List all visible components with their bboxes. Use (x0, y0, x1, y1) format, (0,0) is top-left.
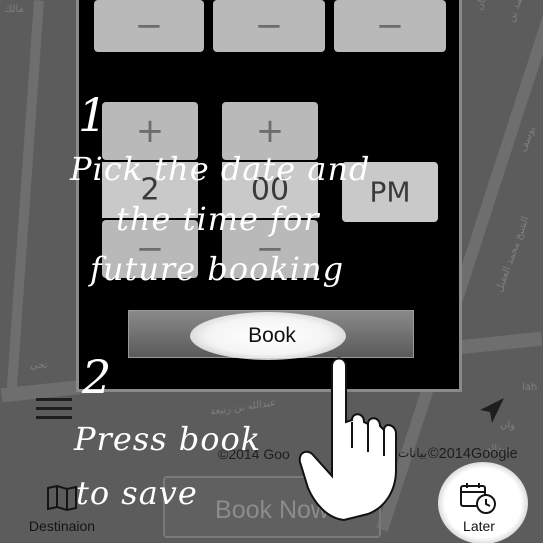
map-street-label: تجي (30, 360, 48, 371)
step-2-line-2: to save (76, 474, 198, 512)
step-2-number: 2 (82, 350, 112, 404)
step-1-line-3: future booking (90, 250, 345, 288)
pointing-hand-icon (298, 357, 397, 522)
step-1-line-1: Pick the date and (70, 150, 371, 188)
map-street-label: أحمد السليمان (474, 0, 505, 12)
destination-label[interactable]: Destinaion (0, 518, 124, 534)
book-button-label: Book (248, 324, 296, 347)
app-screen: مالك أحمد السليمان محمد بن يوسف الشيخ مح… (0, 0, 543, 543)
year-decrement-button[interactable]: − (334, 0, 446, 52)
map-street-label: lah (522, 382, 538, 393)
step-2-line-1: Press book (74, 420, 262, 458)
step-1-number: 1 (78, 88, 108, 142)
map-street-label: محمد بن (506, 0, 529, 24)
map-copyright-right: ©2014Google (428, 446, 518, 462)
navigation-arrow-icon[interactable] (476, 396, 506, 426)
map-street-label: عبدالله بن ربيعة (209, 397, 277, 418)
later-label[interactable]: Later (438, 518, 520, 534)
menu-icon[interactable] (36, 398, 72, 422)
day-decrement-button[interactable]: − (94, 0, 204, 52)
map-street-label: يوسف (518, 124, 538, 154)
month-decrement-button[interactable]: − (213, 0, 325, 52)
step-1-line-2: the time for (116, 200, 320, 238)
map-road (6, 0, 44, 400)
calendar-clock-icon[interactable] (458, 480, 498, 516)
map-street-label: الشيخ محمد العقيل (494, 215, 532, 294)
map-book-icon[interactable] (46, 484, 78, 512)
map-street-label: مالك (4, 4, 24, 15)
